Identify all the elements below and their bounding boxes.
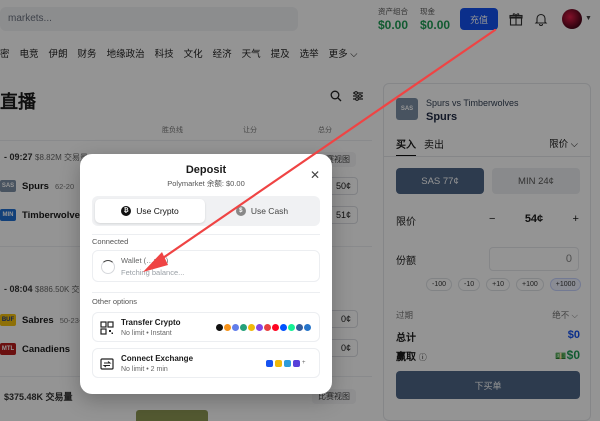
exchange-icon (100, 358, 114, 370)
divider (92, 234, 320, 235)
exchange-logo-icon (275, 360, 282, 367)
connected-label: Connected (92, 237, 129, 246)
wallet-name: Wallet (…ɔ..9) (121, 256, 169, 265)
coin-icon (224, 324, 231, 331)
deposit-modal: Deposit Polymarket 余额: $0.00 ✕ ₿ Use Cry… (80, 154, 332, 394)
coin-icon (304, 324, 311, 331)
connected-wallet[interactable]: Wallet (…ɔ..9) Fetching balance... (92, 250, 320, 282)
tab-label: Use Cash (250, 206, 289, 216)
coin-icon (296, 324, 303, 331)
option-title: Transfer Crypto (121, 318, 181, 327)
exchange-logo-icon (266, 360, 273, 367)
close-icon[interactable]: ✕ (310, 168, 320, 182)
connect-exchange-option[interactable]: Connect Exchange No limit • 2 min + (92, 348, 320, 378)
option-subtitle: No limit • 2 min (121, 366, 168, 373)
tab-use-crypto[interactable]: ₿ Use Crypto (95, 199, 205, 223)
exchange-logo-icon (284, 360, 291, 367)
exchange-logo-icon (293, 360, 300, 367)
tab-label: Use Crypto (136, 206, 179, 216)
bitcoin-icon: ₿ (121, 206, 132, 216)
coin-icon (288, 324, 295, 331)
coin-icon (232, 324, 239, 331)
other-options-label: Other options (92, 297, 138, 306)
coin-icon (264, 324, 271, 331)
option-subtitle: No limit • Instant (121, 330, 172, 337)
modal-title: Deposit (185, 164, 227, 176)
tab-use-cash[interactable]: $ Use Cash (207, 199, 317, 223)
coin-icon (256, 324, 263, 331)
more-exchanges: + (302, 360, 306, 366)
coin-icon (248, 324, 255, 331)
qr-code-icon (100, 321, 114, 335)
coin-icon (240, 324, 247, 331)
modal-balance: Polymarket 余额: $0.00 (167, 179, 245, 188)
coin-icon (216, 324, 223, 331)
supported-exchanges: + (266, 360, 309, 367)
deposit-method-toggle: ₿ Use Crypto $ Use Cash (92, 196, 320, 226)
divider (92, 292, 320, 293)
coin-icon (280, 324, 287, 331)
supported-coins (216, 324, 311, 331)
transfer-crypto-option[interactable]: Transfer Crypto No limit • Instant (92, 312, 320, 342)
option-title: Connect Exchange (121, 354, 194, 363)
coin-icon (272, 324, 279, 331)
spinner-icon (101, 260, 115, 274)
wallet-status: Fetching balance... (121, 268, 185, 277)
dollar-icon: $ (235, 206, 246, 216)
